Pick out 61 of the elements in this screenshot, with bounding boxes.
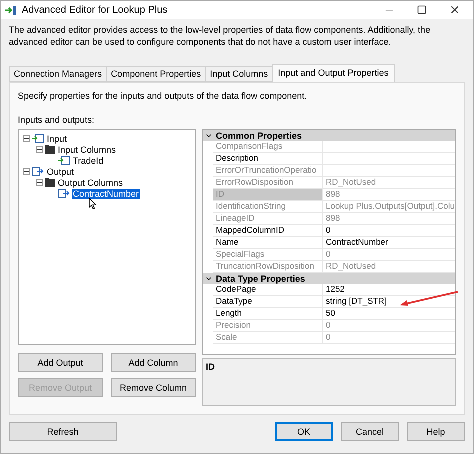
property-value[interactable]: 0	[323, 249, 455, 260]
tree-item[interactable]: Input	[46, 134, 68, 144]
output-column-icon	[32, 167, 44, 176]
property-name[interactable]: TruncationRowDisposition	[213, 261, 323, 272]
dialog-button[interactable]: Help	[407, 422, 465, 441]
collapse-toggle[interactable]	[23, 168, 30, 175]
property-name[interactable]: Precision	[213, 320, 323, 331]
property-name[interactable]: Description	[213, 153, 323, 164]
action-button[interactable]: Remove Column	[111, 378, 196, 397]
tree-item[interactable]: Output Columns	[57, 178, 124, 188]
output-column-icon	[58, 189, 70, 198]
property-value[interactable]: 898	[323, 213, 455, 224]
folder-icon	[45, 145, 55, 154]
property-value[interactable]: 0	[323, 320, 455, 331]
property-name[interactable]: ComparisonFlags	[213, 141, 323, 152]
property-name[interactable]: SpecialFlags	[213, 249, 323, 260]
dialog-button[interactable]: Refresh	[9, 422, 117, 441]
window-title: Advanced Editor for Lookup Plus	[22, 4, 169, 16]
tree-item[interactable]: TradeId	[72, 156, 105, 166]
tree-item[interactable]: Input Columns	[57, 144, 118, 154]
property-name[interactable]: MappedColumnID	[213, 225, 323, 236]
collapse-toggle[interactable]	[36, 146, 43, 153]
app-icon	[5, 4, 17, 16]
action-button[interactable]: Add Column	[111, 353, 196, 372]
tab[interactable]: Component Properties	[106, 66, 206, 82]
property-name[interactable]: Length	[213, 308, 323, 319]
tab[interactable]: Input and Output Properties	[272, 64, 395, 82]
property-value[interactable]: string [DT_STR]	[323, 296, 455, 307]
property-name[interactable]: Scale	[213, 332, 323, 343]
property-value[interactable]: 0	[323, 225, 455, 236]
help-description-panel: ID	[202, 358, 456, 406]
panel-description: Specify properties for the inputs and outputs of the data flow component.	[18, 91, 308, 101]
input-column-icon	[58, 156, 70, 165]
property-name[interactable]: ErrorRowDisposition	[213, 177, 323, 188]
tree-item[interactable]: ContractNumber	[72, 188, 140, 198]
property-value[interactable]: 898	[323, 189, 455, 200]
tab[interactable]: Input Columns	[205, 66, 274, 82]
mouse-pointer-icon	[89, 198, 97, 210]
property-value[interactable]: 0	[323, 332, 455, 343]
property-name[interactable]: Name	[213, 237, 323, 248]
tab[interactable]: Connection Managers	[9, 66, 108, 82]
dialog-button[interactable]: OK	[275, 422, 333, 441]
category-header[interactable]: Common Properties	[203, 130, 455, 141]
action-button[interactable]: Add Output	[18, 353, 103, 372]
folder-icon	[45, 178, 55, 187]
property-value[interactable]: 1252	[323, 284, 455, 295]
property-name[interactable]: DataType	[213, 296, 323, 307]
property-value[interactable]: 50	[323, 308, 455, 319]
property-value[interactable]: ContractNumber	[323, 237, 455, 248]
collapse-toggle[interactable]	[23, 135, 30, 142]
annotation-arrow	[400, 291, 460, 307]
editor-description: The advanced editor provides access to the low-level properties of data flow components. Additionally, the advanced editor can be used to configure components that do not have a custom user interface.	[9, 24, 432, 48]
property-value[interactable]: Lookup Plus.Outputs[Output].Colu	[323, 201, 455, 212]
property-name[interactable]: LineageID	[213, 213, 323, 224]
collapse-toggle[interactable]	[36, 179, 43, 186]
dialog-button[interactable]: Cancel	[341, 422, 399, 441]
input-column-icon	[32, 134, 44, 143]
tree-label: Inputs and outputs:	[18, 115, 96, 125]
tree-item[interactable]: Output	[46, 166, 76, 176]
property-name[interactable]: CodePage	[213, 284, 323, 295]
category-header[interactable]: Data Type Properties	[203, 273, 455, 284]
